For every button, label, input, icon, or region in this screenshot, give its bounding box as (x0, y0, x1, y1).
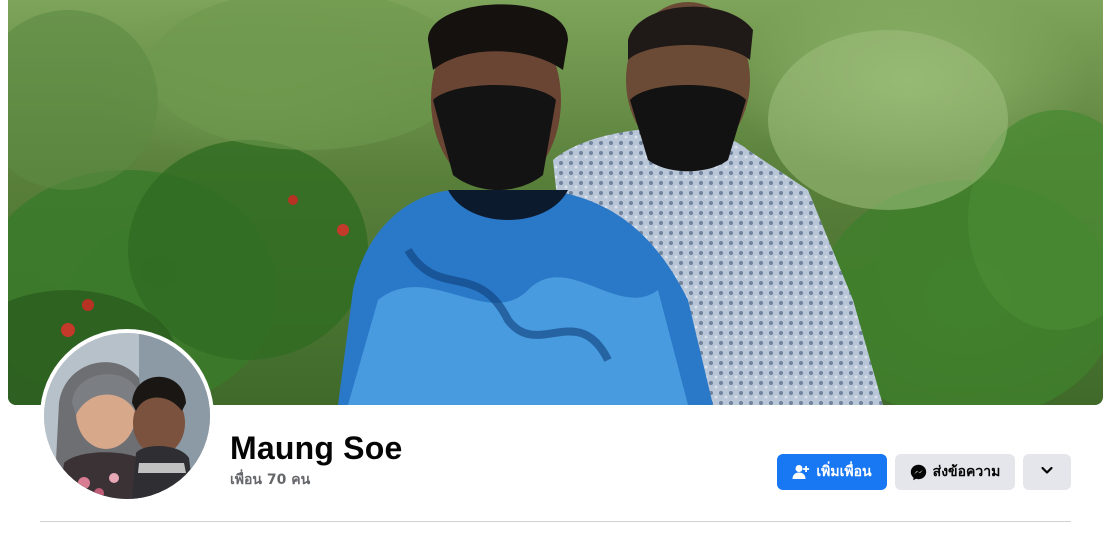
add-friend-label: เพิ่มเพื่อน (816, 464, 872, 480)
add-friend-button[interactable]: เพิ่มเพื่อน (777, 454, 887, 490)
profile-name: Maung Soe (230, 430, 403, 466)
profile-page: Maung Soe เพื่อน 70 คน เพิ่มเพื่อน ส่งข้… (0, 0, 1110, 533)
message-label: ส่งข้อความ (932, 464, 1001, 480)
avatar-illustration (44, 333, 210, 499)
avatar[interactable] (44, 333, 210, 499)
chevron-down-icon (1040, 463, 1054, 481)
person-add-icon (792, 464, 810, 480)
more-options-button[interactable] (1023, 454, 1071, 490)
messenger-icon (910, 464, 927, 481)
message-button[interactable]: ส่งข้อความ (895, 454, 1015, 490)
friends-count[interactable]: เพื่อน 70 คน (230, 470, 310, 490)
profile-header-divider (40, 521, 1071, 522)
